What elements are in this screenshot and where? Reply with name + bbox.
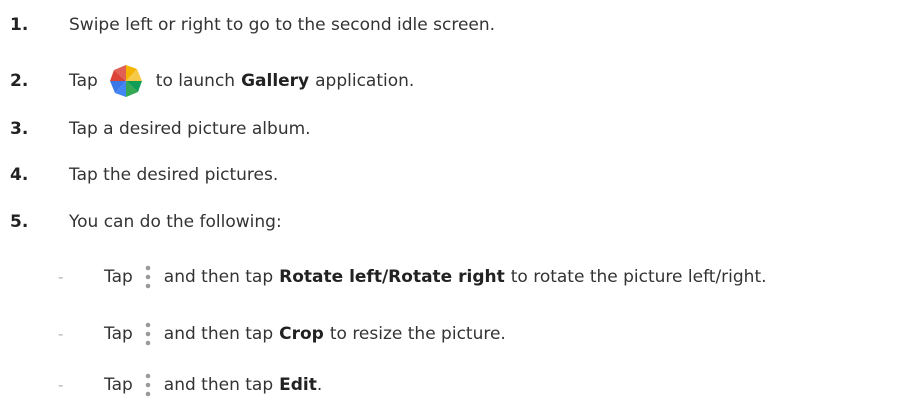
step-text: You can do the following: (69, 212, 282, 232)
bullet-dash: - (58, 268, 64, 286)
substep-text-post: to rotate the picture left/right. (510, 267, 767, 287)
substep-text-pre: Tap (104, 375, 133, 395)
substep-text-mid: and then tap (163, 375, 274, 395)
substep-text: Tap and then tap Edit. (104, 372, 322, 398)
substep-text-post: to resize the picture. (329, 324, 506, 344)
step-text: Tap a desired picture album. (69, 119, 311, 139)
more-options-icon (145, 322, 151, 346)
step-number: 5. (10, 212, 29, 232)
step-text-pre: Tap (69, 71, 98, 91)
more-options-icon (145, 373, 151, 397)
crop-label: Crop (279, 324, 324, 344)
step-text: Tap to launch Gallery application. (69, 61, 414, 101)
rotate-left-label: Rotate left (279, 267, 382, 287)
more-options-icon (145, 265, 151, 289)
edit-label: Edit (279, 375, 317, 395)
substep-text-pre: Tap (104, 324, 133, 344)
gallery-pinwheel-icon (109, 65, 142, 97)
bullet-dash: - (58, 376, 64, 394)
step-text: Tap the desired pictures. (69, 165, 279, 185)
substep-text-post: . (316, 375, 323, 395)
step-number: 3. (10, 119, 29, 139)
step-number: 1. (10, 15, 29, 35)
substep-text-mid: and then tap (163, 324, 274, 344)
substep-text-pre: Tap (104, 267, 133, 287)
gallery-app-name: Gallery (241, 71, 310, 91)
rotate-right-label: Rotate right (388, 267, 505, 287)
substep-text: Tap and then tap Rotate left / Rotate ri… (104, 264, 767, 290)
substep-text-mid: and then tap (163, 267, 274, 287)
step-text-mid: to launch (155, 71, 236, 91)
substep-text: Tap and then tap Crop to resize the pict… (104, 321, 506, 347)
step-text: Swipe left or right to go to the second … (69, 15, 496, 35)
step-number: 4. (10, 165, 29, 185)
step-number: 2. (10, 71, 29, 91)
bullet-dash: - (58, 325, 64, 343)
step-text-post: application. (315, 71, 415, 91)
